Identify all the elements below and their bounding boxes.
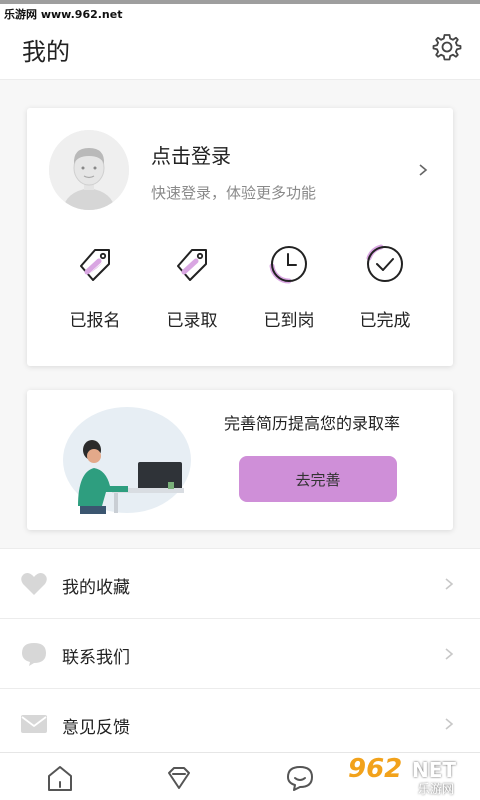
chat-icon[interactable] [285,763,315,793]
mail-icon [21,715,47,733]
login-card: 点击登录 快速登录，体验更多功能 已报名 已录取 已到岗 已完成 [27,108,453,366]
status-label: 已到岗 [263,311,315,331]
status-label: 已录取 [166,311,218,331]
improve-resume-button[interactable]: 去完善 [239,456,397,502]
status-bar-line [0,0,480,4]
page-title: 我的 [22,38,70,66]
tag-icon [80,249,110,281]
logo-suffix: NET [412,758,457,782]
chevron-right-icon [445,578,454,590]
home-icon[interactable] [45,763,75,793]
heart-icon [21,573,47,595]
status-label: 已完成 [359,311,411,331]
resume-card: 完善简历提高您的录取率 去完善 [27,390,453,530]
check-circle-icon [366,244,403,282]
chevron-right-icon [445,718,454,730]
login-subtitle: 快速登录，体验更多功能 [151,184,317,202]
diamond-icon[interactable] [164,763,194,793]
tag-icon [177,249,207,281]
chevron-right-icon [445,648,454,660]
logo-tagline: 乐游网 [418,782,455,796]
menu-item-label: 我的收藏 [62,578,130,598]
settings-gear-icon[interactable] [432,32,462,62]
resume-illustration [63,407,191,514]
status-bar: 乐游网 www.962.net [0,0,480,24]
watermark-text: 乐游网 www.962.net [4,8,123,21]
status-label: 已报名 [69,311,121,331]
chevron-right-icon[interactable] [416,160,430,180]
menu-item-contact[interactable]: 联系我们 [0,618,480,688]
avatar[interactable] [49,130,129,210]
resume-prompt: 完善简历提高您的录取率 [224,414,401,433]
menu-item-feedback[interactable]: 意见反馈 [0,688,480,758]
default-avatar-icon [49,130,129,210]
logo-brand: 962 [348,754,403,784]
page-header: 我的 [0,24,480,80]
clock-icon [269,246,307,284]
menu-item-favorites[interactable]: 我的收藏 [0,548,480,618]
status-on-duty[interactable]: 已到岗 [244,242,334,332]
status-admitted[interactable]: 已录取 [147,242,237,332]
menu-item-label: 联系我们 [62,648,130,668]
login-title[interactable]: 点击登录 [151,140,231,169]
menu-item-label: 意见反馈 [62,718,130,738]
status-registered[interactable]: 已报名 [50,242,140,332]
site-logo: 962 NET 乐游网 [340,752,480,800]
status-completed[interactable]: 已完成 [340,242,430,332]
chat-bubble-icon [22,643,46,666]
